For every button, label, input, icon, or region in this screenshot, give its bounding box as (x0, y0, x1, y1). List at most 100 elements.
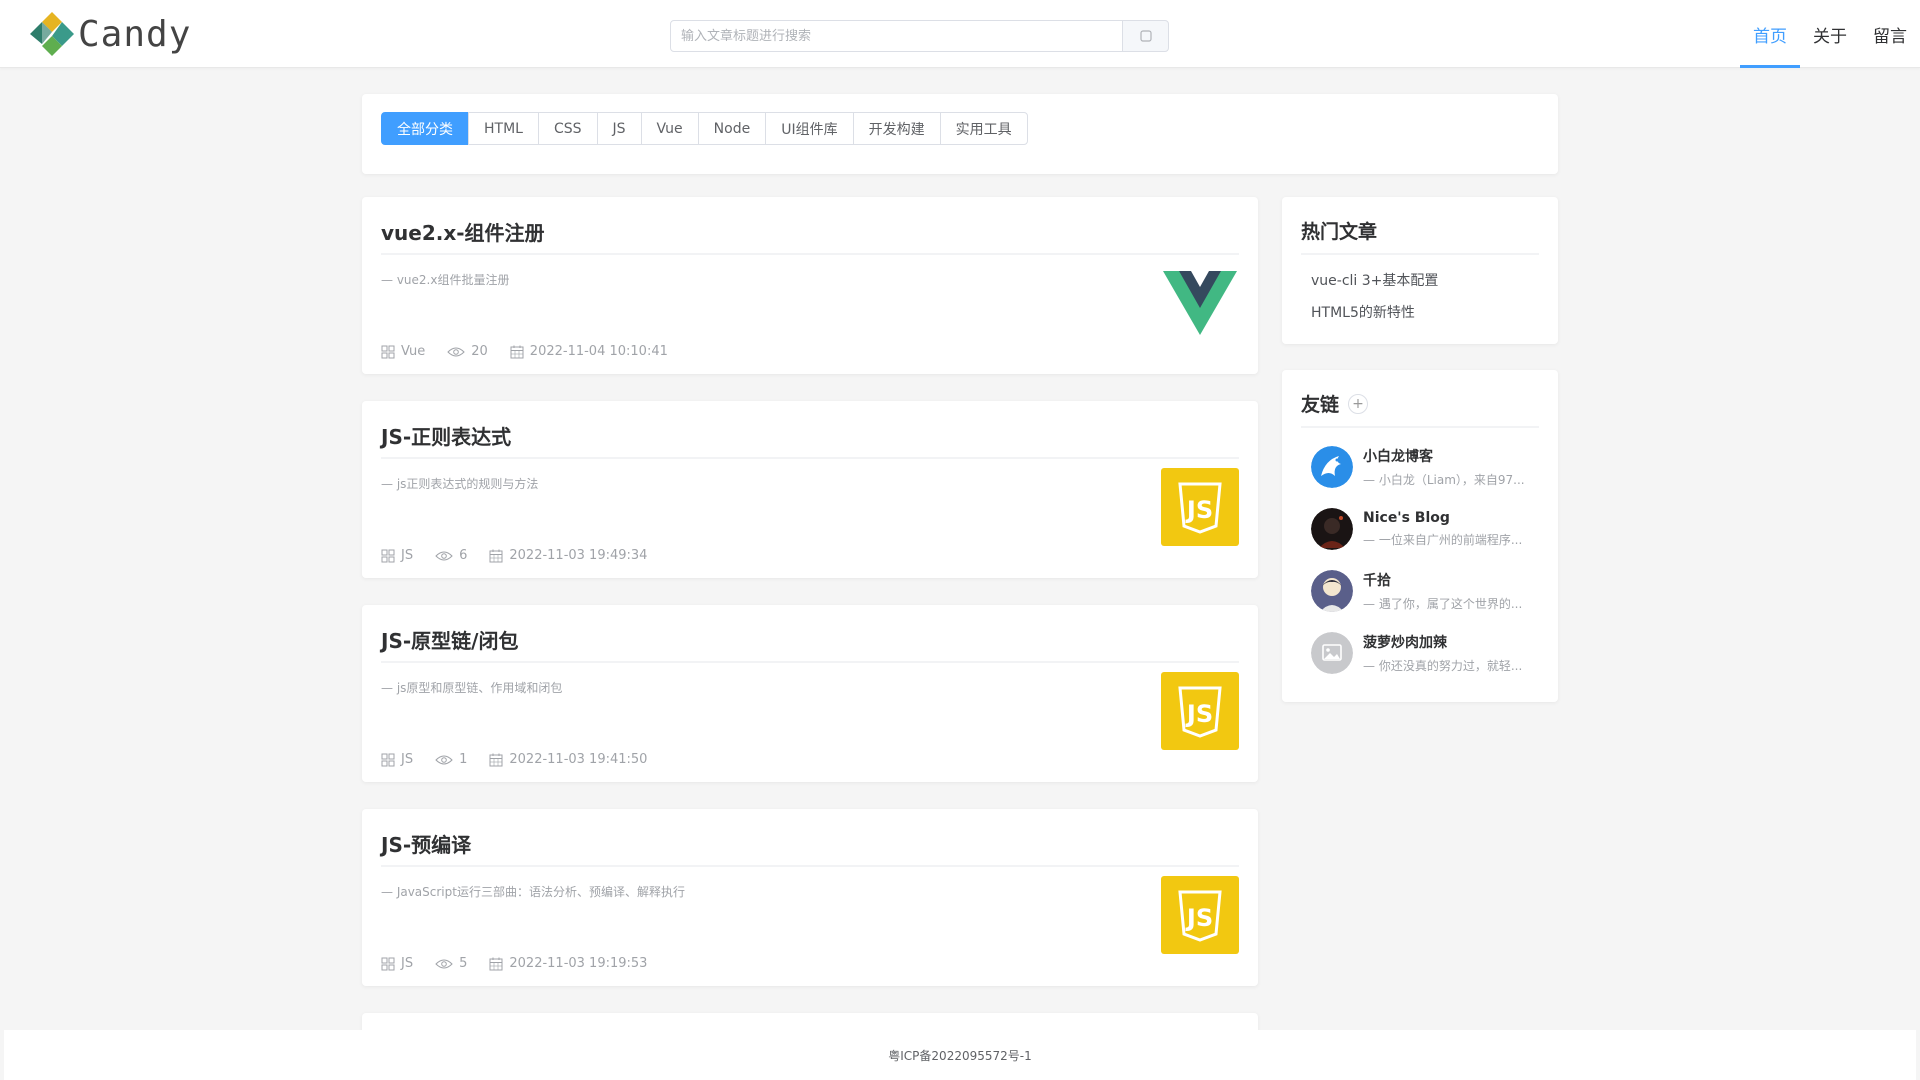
category-node[interactable]: Node (697, 112, 767, 145)
search-button[interactable] (1122, 20, 1169, 52)
icp-record-link[interactable]: 粤ICP备2022095572号-1 (888, 1047, 1031, 1064)
hot-articles-card: 热门文章 vue-cli 3+基本配置 HTML5的新特性 (1282, 197, 1558, 344)
category-dev-build[interactable]: 开发构建 (852, 112, 941, 145)
category-grid-icon (381, 957, 395, 970)
meta-date-text: 2022-11-03 19:41:50 (509, 752, 648, 767)
calendar-icon (489, 957, 503, 970)
meta-views: 1 (435, 752, 467, 767)
page-footer: 粤ICP备2022095572号-1 (4, 1030, 1916, 1080)
friend-links-card: 友链 + 小白龙博客 — 小白龙（Liam），来自97... Nice's Bl… (1282, 370, 1558, 702)
candy-logo-icon (30, 12, 74, 56)
meta-category: JS (381, 956, 413, 971)
meta-category: JS (381, 752, 413, 767)
js-logo-icon[interactable]: JS (1161, 672, 1239, 750)
meta-date: 2022-11-03 19:19:53 (489, 956, 647, 971)
category-button-group: 全部分类 HTML CSS JS Vue Node UI组件库 开发构建 实用工… (381, 112, 1028, 145)
calendar-icon (489, 753, 503, 766)
hot-articles-title: 热门文章 (1301, 221, 1378, 243)
character-avatar (1311, 570, 1353, 612)
meta-views-text: 6 (459, 548, 468, 563)
article-list: vue2.x-组件注册 — vue2.x组件批量注册 Vue 20 2022-1… (362, 197, 1258, 1080)
meta-views: 6 (435, 548, 467, 563)
meta-category-text: JS (401, 548, 414, 563)
meta-date-text: 2022-11-03 19:49:34 (509, 548, 648, 563)
article-meta: JS 5 2022-11-03 19:19:53 (381, 956, 669, 971)
nav-item-home[interactable]: 首页 (1740, 0, 1800, 68)
article-card[interactable]: JS-预编译 — JavaScript运行三部曲：语法分析、预编译、解释执行 J… (362, 809, 1258, 986)
article-card[interactable]: vue2.x-组件注册 — vue2.x组件批量注册 Vue 20 2022-1… (362, 197, 1258, 374)
eye-icon (435, 551, 453, 560)
vue-logo-icon[interactable] (1161, 264, 1239, 342)
friend-desc: — 小白龙（Liam），来自97... (1363, 473, 1525, 487)
friend-name: 千拾 (1363, 573, 1391, 589)
meta-date: 2022-11-03 19:41:50 (489, 752, 647, 767)
article-desc: — js正则表达式的规则与方法 (381, 477, 539, 491)
eye-icon (435, 755, 453, 764)
article-card[interactable]: JS-正则表达式 — js正则表达式的规则与方法 JS JS 6 2022-11… (362, 401, 1258, 578)
divider (1301, 426, 1539, 428)
add-friend-link-button[interactable]: + (1348, 393, 1369, 414)
friend-name: Nice's Blog (1363, 510, 1450, 526)
nav-item-message[interactable]: 留言 (1860, 0, 1920, 68)
meta-category: JS (381, 548, 413, 563)
divider (1301, 253, 1539, 255)
category-filter-card: 全部分类 HTML CSS JS Vue Node UI组件库 开发构建 实用工… (362, 94, 1558, 174)
friend-link-item[interactable]: 千拾 — 遇了你，属了这个世界的... (1311, 568, 1539, 614)
meta-views: 20 (447, 344, 488, 359)
meta-category-text: Vue (401, 344, 426, 359)
friend-link-item[interactable]: 小白龙博客 — 小白龙（Liam），来自97... (1311, 444, 1539, 490)
svg-text:JS: JS (1185, 496, 1213, 524)
hot-article-link[interactable]: vue-cli 3+基本配置 (1311, 270, 1438, 290)
article-title[interactable]: JS-原型链/闭包 (381, 625, 518, 654)
friend-name: 小白龙博客 (1363, 449, 1433, 465)
divider (381, 865, 1239, 867)
category-css[interactable]: CSS (537, 112, 598, 145)
friend-link-item[interactable]: 菠萝炒肉加辣 — 你还没真的努力过，就轻... (1311, 630, 1539, 676)
friend-desc: — 遇了你，属了这个世界的... (1363, 597, 1523, 611)
meta-views-text: 1 (459, 752, 468, 767)
article-title[interactable]: vue2.x-组件注册 (381, 217, 545, 246)
calendar-icon (510, 345, 524, 358)
article-title[interactable]: JS-正则表达式 (381, 421, 511, 450)
dark-avatar (1311, 508, 1353, 550)
friend-link-item[interactable]: Nice's Blog — 一位来自广州的前端程序... (1311, 506, 1539, 552)
category-grid-icon (381, 753, 395, 766)
hot-article-link[interactable]: HTML5的新特性 (1311, 302, 1415, 322)
friend-desc: — 一位来自广州的前端程序... (1363, 533, 1523, 547)
category-tools[interactable]: 实用工具 (939, 112, 1028, 145)
meta-views: 5 (435, 956, 467, 971)
category-vue[interactable]: Vue (640, 112, 699, 145)
meta-views-text: 20 (471, 344, 488, 359)
nav-item-about[interactable]: 关于 (1800, 0, 1860, 68)
category-html[interactable]: HTML (468, 112, 539, 145)
divider (381, 457, 1239, 459)
article-title[interactable]: JS-预编译 (381, 829, 471, 858)
article-meta: JS 6 2022-11-03 19:49:34 (381, 548, 669, 563)
meta-date: 2022-11-04 10:10:41 (510, 344, 668, 359)
article-card[interactable]: JS-原型链/闭包 — js原型和原型链、作用域和闭包 JS JS 1 2022… (362, 605, 1258, 782)
svg-text:JS: JS (1185, 904, 1213, 932)
meta-date-text: 2022-11-03 19:19:53 (509, 956, 648, 971)
article-desc: — JavaScript运行三部曲：语法分析、预编译、解释执行 (381, 885, 685, 899)
category-ui-library[interactable]: UI组件库 (765, 112, 854, 145)
calendar-icon (489, 549, 503, 562)
article-desc: — vue2.x组件批量注册 (381, 273, 510, 287)
search-input[interactable] (670, 20, 1123, 52)
meta-category-text: JS (401, 752, 414, 767)
category-js[interactable]: JS (596, 112, 642, 145)
meta-date: 2022-11-03 19:49:34 (489, 548, 647, 563)
svg-text:JS: JS (1185, 700, 1213, 728)
friend-desc: — 你还没真的努力过，就轻... (1363, 659, 1523, 673)
category-grid-icon (381, 549, 395, 562)
site-logo[interactable]: Candy (28, 10, 191, 58)
js-logo-icon[interactable]: JS (1161, 876, 1239, 954)
placeholder-image-avatar (1311, 632, 1353, 674)
article-meta: JS 1 2022-11-03 19:41:50 (381, 752, 669, 767)
meta-date-text: 2022-11-04 10:10:41 (529, 344, 668, 359)
main-nav: 首页 关于 留言 (1740, 0, 1920, 68)
meta-views-text: 5 (459, 956, 468, 971)
category-all[interactable]: 全部分类 (381, 112, 469, 145)
top-header: Candy 首页 关于 留言 (0, 0, 1920, 68)
js-logo-icon[interactable]: JS (1161, 468, 1239, 546)
friend-name: 菠萝炒肉加辣 (1363, 635, 1447, 651)
